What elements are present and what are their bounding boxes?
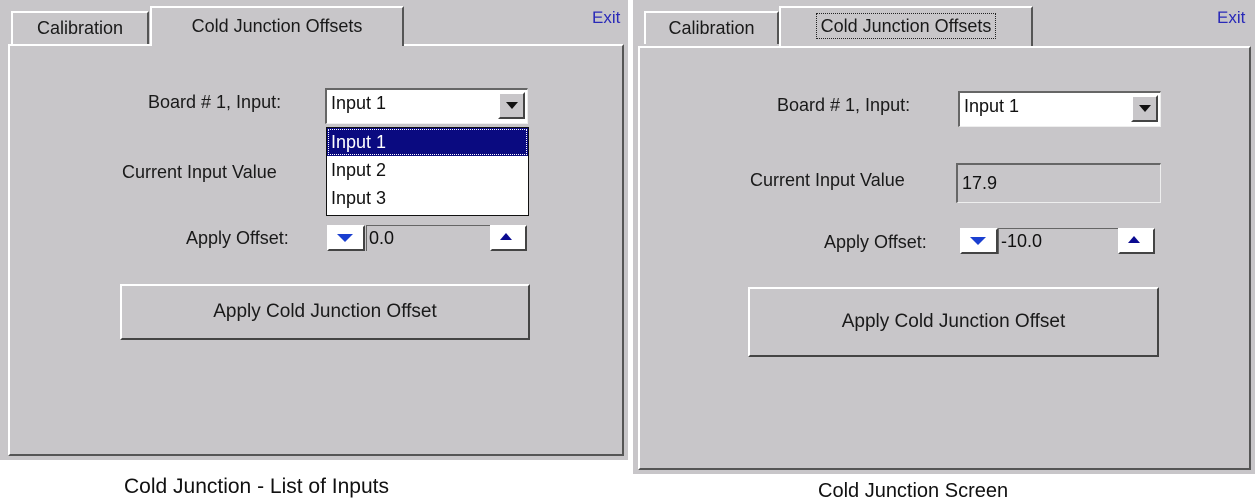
offset-value: -10.0 xyxy=(1001,231,1043,251)
current-input-value-field: 17.9 xyxy=(956,163,1161,203)
dropdown-option-input-3[interactable]: Input 3 xyxy=(327,184,528,212)
apply-offset-label: Apply Offset: xyxy=(186,228,289,248)
offset-field[interactable]: 0.0 xyxy=(366,225,490,251)
tab-calibration[interactable]: Calibration xyxy=(11,11,149,44)
dropdown-option-input-2[interactable]: Input 2 xyxy=(327,156,528,184)
chevron-down-icon[interactable] xyxy=(1131,95,1158,122)
input-dropdown-list: Input 1 Input 2 Input 3 xyxy=(326,127,529,216)
caption-cold-junction-screen: Cold Junction Screen xyxy=(818,480,1009,502)
offset-field[interactable]: -10.0 xyxy=(998,228,1118,254)
dropdown-option-input-1[interactable]: Input 1 xyxy=(327,128,528,156)
tab-cold-junction-offsets[interactable]: Cold Junction Offsets xyxy=(779,6,1033,46)
cold-junction-list-screen: Calibration Cold Junction Offsets Exit B… xyxy=(0,0,628,460)
input-select[interactable]: Input 1 xyxy=(325,88,528,124)
triangle-up-icon[interactable] xyxy=(1118,228,1155,254)
triangle-down-icon[interactable] xyxy=(327,225,365,251)
apply-cold-junction-offset-button[interactable]: Apply Cold Junction Offset xyxy=(748,287,1159,357)
tab-cold-junction-offsets[interactable]: Cold Junction Offsets xyxy=(150,6,404,46)
apply-cold-junction-offset-button[interactable]: Apply Cold Junction Offset xyxy=(120,284,530,340)
input-select-value: Input 1 xyxy=(964,96,1020,116)
triangle-down-icon[interactable] xyxy=(960,228,998,254)
tab-label: Cold Junction Offsets xyxy=(191,16,363,36)
cold-junction-screen: Calibration Cold Junction Offsets Exit B… xyxy=(633,0,1255,474)
exit-link[interactable]: Exit xyxy=(1217,8,1245,28)
offset-value: 0.0 xyxy=(369,228,395,248)
tab-panel xyxy=(8,44,624,456)
current-input-value: 17.9 xyxy=(962,173,998,193)
tab-calibration[interactable]: Calibration xyxy=(644,11,779,44)
triangle-up-icon[interactable] xyxy=(490,225,527,251)
current-input-value-label: Current Input Value xyxy=(750,170,905,190)
tab-label: Cold Junction Offsets xyxy=(815,13,997,39)
current-input-value-label: Current Input Value xyxy=(122,162,277,182)
chevron-down-icon[interactable] xyxy=(498,92,525,119)
apply-offset-label: Apply Offset: xyxy=(824,232,927,252)
input-select-value: Input 1 xyxy=(331,93,387,113)
input-select[interactable]: Input 1 xyxy=(958,91,1161,127)
caption-list-of-inputs: Cold Junction - List of Inputs xyxy=(124,475,389,498)
board-input-label: Board # 1, Input: xyxy=(777,95,911,115)
exit-link[interactable]: Exit xyxy=(592,8,620,28)
